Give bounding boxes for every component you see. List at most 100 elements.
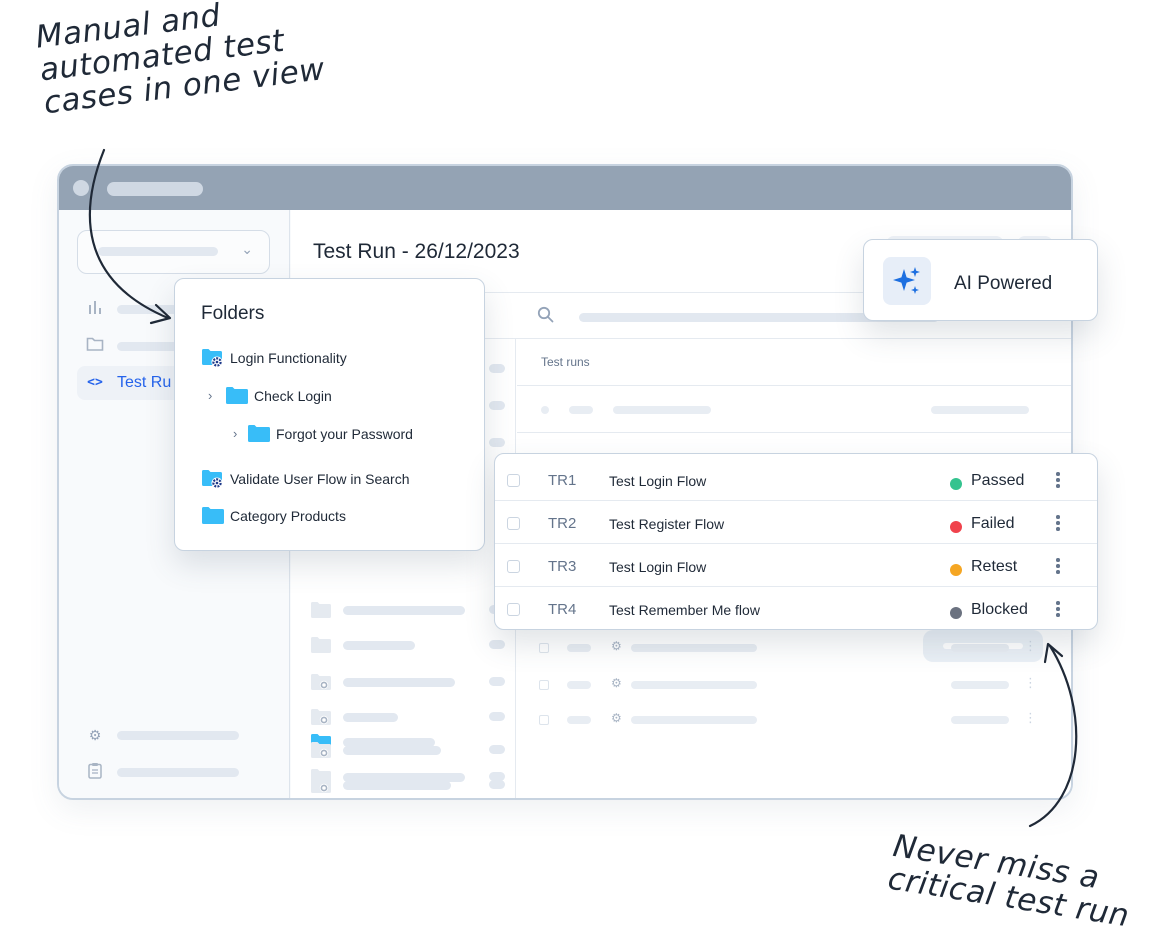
sidebar-item-placeholder — [117, 731, 239, 740]
folder-tree-row — [311, 777, 511, 797]
folder-placeholder — [343, 641, 415, 650]
folder-item-label: Check Login — [254, 388, 332, 404]
folder-gear-icon — [202, 349, 223, 368]
placeholder-row: ⚙ ⋮ — [539, 675, 1039, 693]
gear-icon: ⚙ — [611, 639, 622, 653]
row-checkbox[interactable] — [507, 603, 520, 616]
test-run-name[interactable]: Test Register Flow — [609, 516, 724, 532]
table-row[interactable]: TR3 Test Login Flow Retest — [495, 544, 1097, 587]
test-runs-popup: TR1 Test Login Flow Passed TR2 Test Regi… — [494, 453, 1098, 630]
chevron-right-icon[interactable]: › — [208, 388, 212, 403]
folder-gear-icon — [311, 709, 331, 725]
window-titlebar — [59, 166, 1071, 210]
folders-popup: Folders Login Functionality › Check Logi… — [174, 278, 485, 551]
status-dot-icon — [950, 478, 962, 490]
ai-powered-label: AI Powered — [954, 273, 1053, 294]
placeholder-row: ⚙ ⋮ — [539, 638, 1039, 656]
folder-tree-row — [311, 602, 511, 622]
more-vertical-icon[interactable] — [1053, 601, 1063, 621]
placeholder-bar — [567, 716, 591, 724]
folder-placeholder — [343, 746, 441, 755]
test-run-name[interactable]: Test Login Flow — [609, 473, 706, 489]
chevron-down-icon: ⌄ — [241, 241, 253, 257]
folder-placeholder — [343, 678, 455, 687]
gear-icon: ⚙ — [611, 676, 622, 690]
folder-tree-row — [311, 637, 511, 657]
more-vertical-icon[interactable] — [1053, 515, 1063, 535]
ai-powered-badge: AI Powered — [863, 239, 1098, 321]
placeholder-bar — [951, 716, 1009, 724]
folder-tree-row — [311, 709, 511, 729]
project-select[interactable]: ⌄ — [77, 230, 270, 274]
test-run-name[interactable]: Test Remember Me flow — [609, 602, 760, 618]
status-badge: Retest — [971, 558, 1018, 575]
folder-gear-icon — [311, 742, 331, 758]
folder-count — [489, 640, 505, 649]
test-runs-column-header: Test runs — [541, 355, 590, 369]
table-row[interactable]: TR4 Test Remember Me flow Blocked — [495, 587, 1097, 629]
folder-icon — [311, 637, 331, 653]
placeholder-bar — [951, 681, 1009, 689]
row-checkbox[interactable] — [507, 517, 520, 530]
test-run-id: TR4 — [548, 601, 577, 618]
test-run-id: TR1 — [548, 472, 577, 489]
more-vertical-icon[interactable] — [1053, 558, 1063, 578]
folder-placeholder — [343, 606, 465, 615]
sidebar-item-placeholder — [117, 768, 239, 777]
chevron-right-icon[interactable]: › — [233, 426, 237, 441]
sidebar-item-reports[interactable] — [77, 755, 273, 789]
status-dot-icon — [950, 607, 962, 619]
folder-icon — [202, 507, 224, 524]
divider — [517, 385, 1071, 386]
folder-item-label: Category Products — [230, 508, 346, 524]
sidebar-item-settings[interactable]: ⚙ — [77, 718, 273, 752]
row-checkbox[interactable] — [507, 474, 520, 487]
code-icon: <> — [87, 375, 103, 390]
placeholder-bar — [569, 406, 593, 414]
table-row[interactable]: TR1 Test Login Flow Passed — [495, 458, 1097, 501]
bar-chart-icon — [85, 299, 105, 319]
gear-icon: ⚙ — [88, 727, 102, 743]
folders-popup-title: Folders — [201, 303, 265, 324]
row-checkbox — [539, 643, 549, 653]
more-vertical-icon: ⋮ — [1024, 675, 1037, 690]
window-control[interactable] — [73, 180, 89, 196]
placeholder-bar — [631, 644, 757, 652]
status-dot-icon — [950, 521, 962, 533]
placeholder-bar — [567, 644, 591, 652]
placeholder-row: ⚙ ⋮ — [539, 710, 1039, 728]
folder-count — [489, 401, 505, 410]
test-run-name[interactable]: Test Login Flow — [609, 559, 706, 575]
sparkle-icon — [883, 257, 931, 305]
folder-count — [489, 364, 505, 373]
folder-icon — [248, 425, 270, 442]
annotation-never-miss: Never miss a critical test run — [886, 828, 1153, 936]
sidebar-item-label: Test Ru — [117, 374, 172, 391]
folder-item-label: Forgot your Password — [276, 426, 413, 442]
folder-gear-icon — [202, 470, 223, 489]
placeholder-bar — [951, 644, 1009, 652]
more-vertical-icon[interactable] — [1053, 472, 1063, 492]
folder-outline-icon — [85, 336, 105, 356]
folder-gear-icon — [311, 674, 331, 690]
row-checkbox[interactable] — [507, 560, 520, 573]
folder-icon — [226, 387, 248, 404]
page-title: Test Run - 26/12/2023 — [313, 240, 520, 263]
table-row[interactable]: TR2 Test Register Flow Failed — [495, 501, 1097, 544]
folder-item-label: Validate User Flow in Search — [230, 471, 410, 487]
folder-placeholder — [343, 781, 451, 790]
search-icon[interactable] — [537, 306, 554, 328]
folder-count — [489, 438, 505, 447]
status-badge: Passed — [971, 472, 1025, 489]
placeholder-bar — [613, 406, 711, 414]
folder-count — [489, 677, 505, 686]
divider — [517, 432, 1071, 433]
folder-icon — [311, 602, 331, 618]
row-checkbox — [539, 680, 549, 690]
placeholder-bar — [631, 681, 757, 689]
status-dot-icon — [950, 564, 962, 576]
test-run-id: TR3 — [548, 558, 577, 575]
placeholder-bar — [931, 406, 1029, 414]
placeholder-bar — [631, 716, 757, 724]
placeholder-bar — [567, 681, 591, 689]
